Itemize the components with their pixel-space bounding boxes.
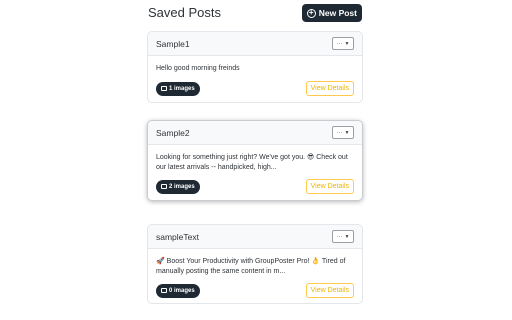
post-title: Sample1 <box>156 38 190 49</box>
post-text: Looking for something just right? We've … <box>156 154 348 171</box>
images-badge: 2 images <box>156 179 200 194</box>
view-details-button[interactable]: View Details <box>305 283 354 298</box>
post-card: Sample1 ··· ▼ Hello good morning freinds … <box>147 31 363 103</box>
card-header: Sample2 ··· ▼ <box>148 121 362 145</box>
images-count: 0 images <box>169 287 195 294</box>
post-menu-button[interactable]: ··· ▼ <box>332 230 354 243</box>
post-title: sampleText <box>156 231 199 242</box>
new-post-label: New Post <box>318 8 357 18</box>
post-text: Hello good morning freinds <box>156 65 240 72</box>
post-menu-button[interactable]: ··· ▼ <box>332 37 354 50</box>
post-card: sampleText ··· ▼ 🚀 Boost Your Productivit… <box>147 224 363 304</box>
view-details-button[interactable]: View Details <box>305 179 354 194</box>
image-icon <box>161 184 167 189</box>
card-header: sampleText ··· ▼ <box>148 225 362 249</box>
post-card: Sample2 ··· ▼ Looking for something just … <box>147 120 363 201</box>
view-details-button[interactable]: View Details <box>305 81 354 96</box>
post-text: 🚀 Boost Your Productivity with GroupPost… <box>156 258 346 275</box>
more-icon: ··· <box>336 129 343 136</box>
post-menu-button[interactable]: ··· ▼ <box>332 126 354 139</box>
card-header: Sample1 ··· ▼ <box>148 32 362 56</box>
more-icon: ··· <box>336 233 343 240</box>
page-title: Saved Posts <box>148 5 221 20</box>
images-badge: 0 images <box>156 283 200 298</box>
image-icon <box>161 288 167 293</box>
chevron-down-icon: ▼ <box>344 233 350 240</box>
new-post-button[interactable]: + New Post <box>301 4 362 22</box>
page-header: Saved Posts + New Post <box>148 3 363 23</box>
chevron-down-icon: ▼ <box>344 40 350 47</box>
images-count: 1 images <box>169 85 195 92</box>
images-badge: 1 images <box>156 81 200 96</box>
chevron-down-icon: ▼ <box>344 129 350 136</box>
images-count: 2 images <box>169 183 195 190</box>
more-icon: ··· <box>336 40 343 47</box>
image-icon <box>161 86 167 91</box>
post-title: Sample2 <box>156 127 190 138</box>
plus-circle-icon: + <box>306 8 316 18</box>
